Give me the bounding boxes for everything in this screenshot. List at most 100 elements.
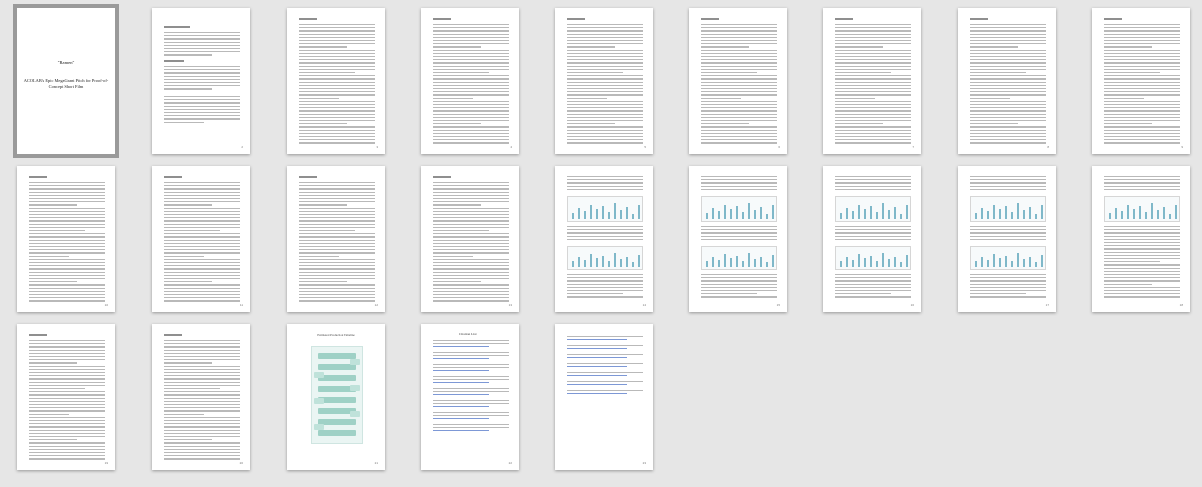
text-line <box>567 84 643 86</box>
text-line <box>29 242 105 244</box>
page-thumbnail-19[interactable]: 19 <box>17 324 115 470</box>
text-line <box>164 204 212 206</box>
page-thumbnail-18[interactable]: 18 <box>1092 166 1190 312</box>
text-line <box>29 397 105 399</box>
page-thumbnail-17[interactable]: 17 <box>958 166 1056 312</box>
text-line <box>29 300 105 302</box>
citation-link[interactable] <box>567 375 627 377</box>
text-line <box>567 123 615 125</box>
text-line <box>1104 235 1180 237</box>
citation-link[interactable] <box>433 358 489 360</box>
citation-link[interactable] <box>433 406 489 408</box>
chart-bar <box>981 257 983 267</box>
text-line <box>701 123 749 125</box>
citation-link[interactable] <box>433 430 489 432</box>
citation-link[interactable] <box>433 346 489 348</box>
page-thumbnail-9[interactable]: 9 <box>1092 8 1190 154</box>
text-line <box>567 33 643 35</box>
text-line <box>164 249 240 251</box>
citation-link[interactable] <box>433 370 489 372</box>
text-line <box>164 38 240 40</box>
text-line <box>835 185 911 187</box>
page-thumbnail-20[interactable]: 20 <box>152 324 250 470</box>
citation-link[interactable] <box>567 366 627 368</box>
text-line <box>164 69 240 71</box>
page-thumbnail-6[interactable]: 6 <box>689 8 787 154</box>
text-line <box>970 72 1026 74</box>
page-number: 6 <box>778 145 780 149</box>
page-thumbnail-8[interactable]: 8 <box>958 8 1056 154</box>
chart-bar <box>864 209 866 219</box>
text-line <box>567 75 643 77</box>
text-line <box>29 214 105 216</box>
page-number: 19 <box>104 461 108 465</box>
chart-bar <box>987 211 989 219</box>
text-line <box>29 352 105 354</box>
text-line <box>299 252 375 254</box>
citation-link[interactable] <box>567 339 627 341</box>
text-line <box>29 413 69 415</box>
section-heading <box>701 18 719 20</box>
text-line <box>164 271 240 273</box>
text-line <box>433 217 509 219</box>
text-line <box>567 136 643 138</box>
citation-link[interactable] <box>433 382 489 384</box>
text-line <box>1104 242 1180 244</box>
page-thumbnail-11[interactable]: 11 <box>152 166 250 312</box>
citation-link[interactable] <box>433 394 489 396</box>
page-thumbnail-2[interactable]: 2 <box>152 8 250 154</box>
text-line <box>299 242 375 244</box>
page-thumbnail-23[interactable]: 23 <box>555 324 653 470</box>
chart-bar <box>754 259 756 267</box>
page-thumbnail-10[interactable]: 10 <box>17 166 115 312</box>
chart-bar <box>882 253 884 267</box>
text-line <box>1104 110 1180 112</box>
page-thumbnail-16[interactable]: 16 <box>823 166 921 312</box>
text-line <box>1104 68 1180 70</box>
page-thumbnail-5[interactable]: 5 <box>555 8 653 154</box>
text-line <box>433 88 509 90</box>
page-thumbnail-21[interactable]: Estimated Production Timeline 21 <box>287 324 385 470</box>
text-line <box>567 65 643 67</box>
text-line <box>29 201 105 203</box>
text-line <box>1104 65 1180 67</box>
chart-bar <box>1163 207 1165 219</box>
text-line <box>164 72 240 74</box>
text-line <box>164 397 240 399</box>
citation-link[interactable] <box>433 418 489 420</box>
chart-bar <box>1035 214 1037 219</box>
text-line <box>433 364 509 366</box>
chart-bar <box>894 257 896 267</box>
text-line <box>29 271 105 273</box>
text-line <box>567 296 643 298</box>
page-thumbnail-3[interactable]: 3 <box>287 8 385 154</box>
text-line <box>567 107 643 109</box>
chart-bar <box>748 253 750 267</box>
citation-link[interactable] <box>567 384 627 386</box>
citation-link[interactable] <box>567 393 627 395</box>
page-thumbnail-1[interactable]: "Ramen" ACOLAB's Epic MegaGrant Pitch for… <box>13 4 119 158</box>
page-thumbnail-13[interactable]: 13 <box>421 166 519 312</box>
page-number: 21 <box>374 461 378 465</box>
text-line <box>164 85 240 87</box>
text-line <box>1104 136 1180 138</box>
text-line <box>433 239 509 241</box>
page-thumbnail-4[interactable]: 4 <box>421 8 519 154</box>
text-line <box>433 30 509 32</box>
text-line <box>433 188 509 190</box>
page-thumbnail-15[interactable]: 15 <box>689 166 787 312</box>
page-thumbnail-14[interactable]: 14 <box>555 166 653 312</box>
page-number: 9 <box>1181 145 1183 149</box>
text-line <box>567 49 643 51</box>
text-line <box>164 352 240 354</box>
chart-bar <box>852 260 854 267</box>
citation-link[interactable] <box>567 357 627 359</box>
text-line <box>299 72 355 74</box>
text-line <box>567 40 643 42</box>
text-line <box>299 268 375 270</box>
page-number: 7 <box>912 145 914 149</box>
page-thumbnail-22[interactable]: Citation List 22 <box>421 324 519 470</box>
citation-link[interactable] <box>567 348 627 350</box>
page-thumbnail-7[interactable]: 7 <box>823 8 921 154</box>
page-thumbnail-12[interactable]: 12 <box>287 166 385 312</box>
